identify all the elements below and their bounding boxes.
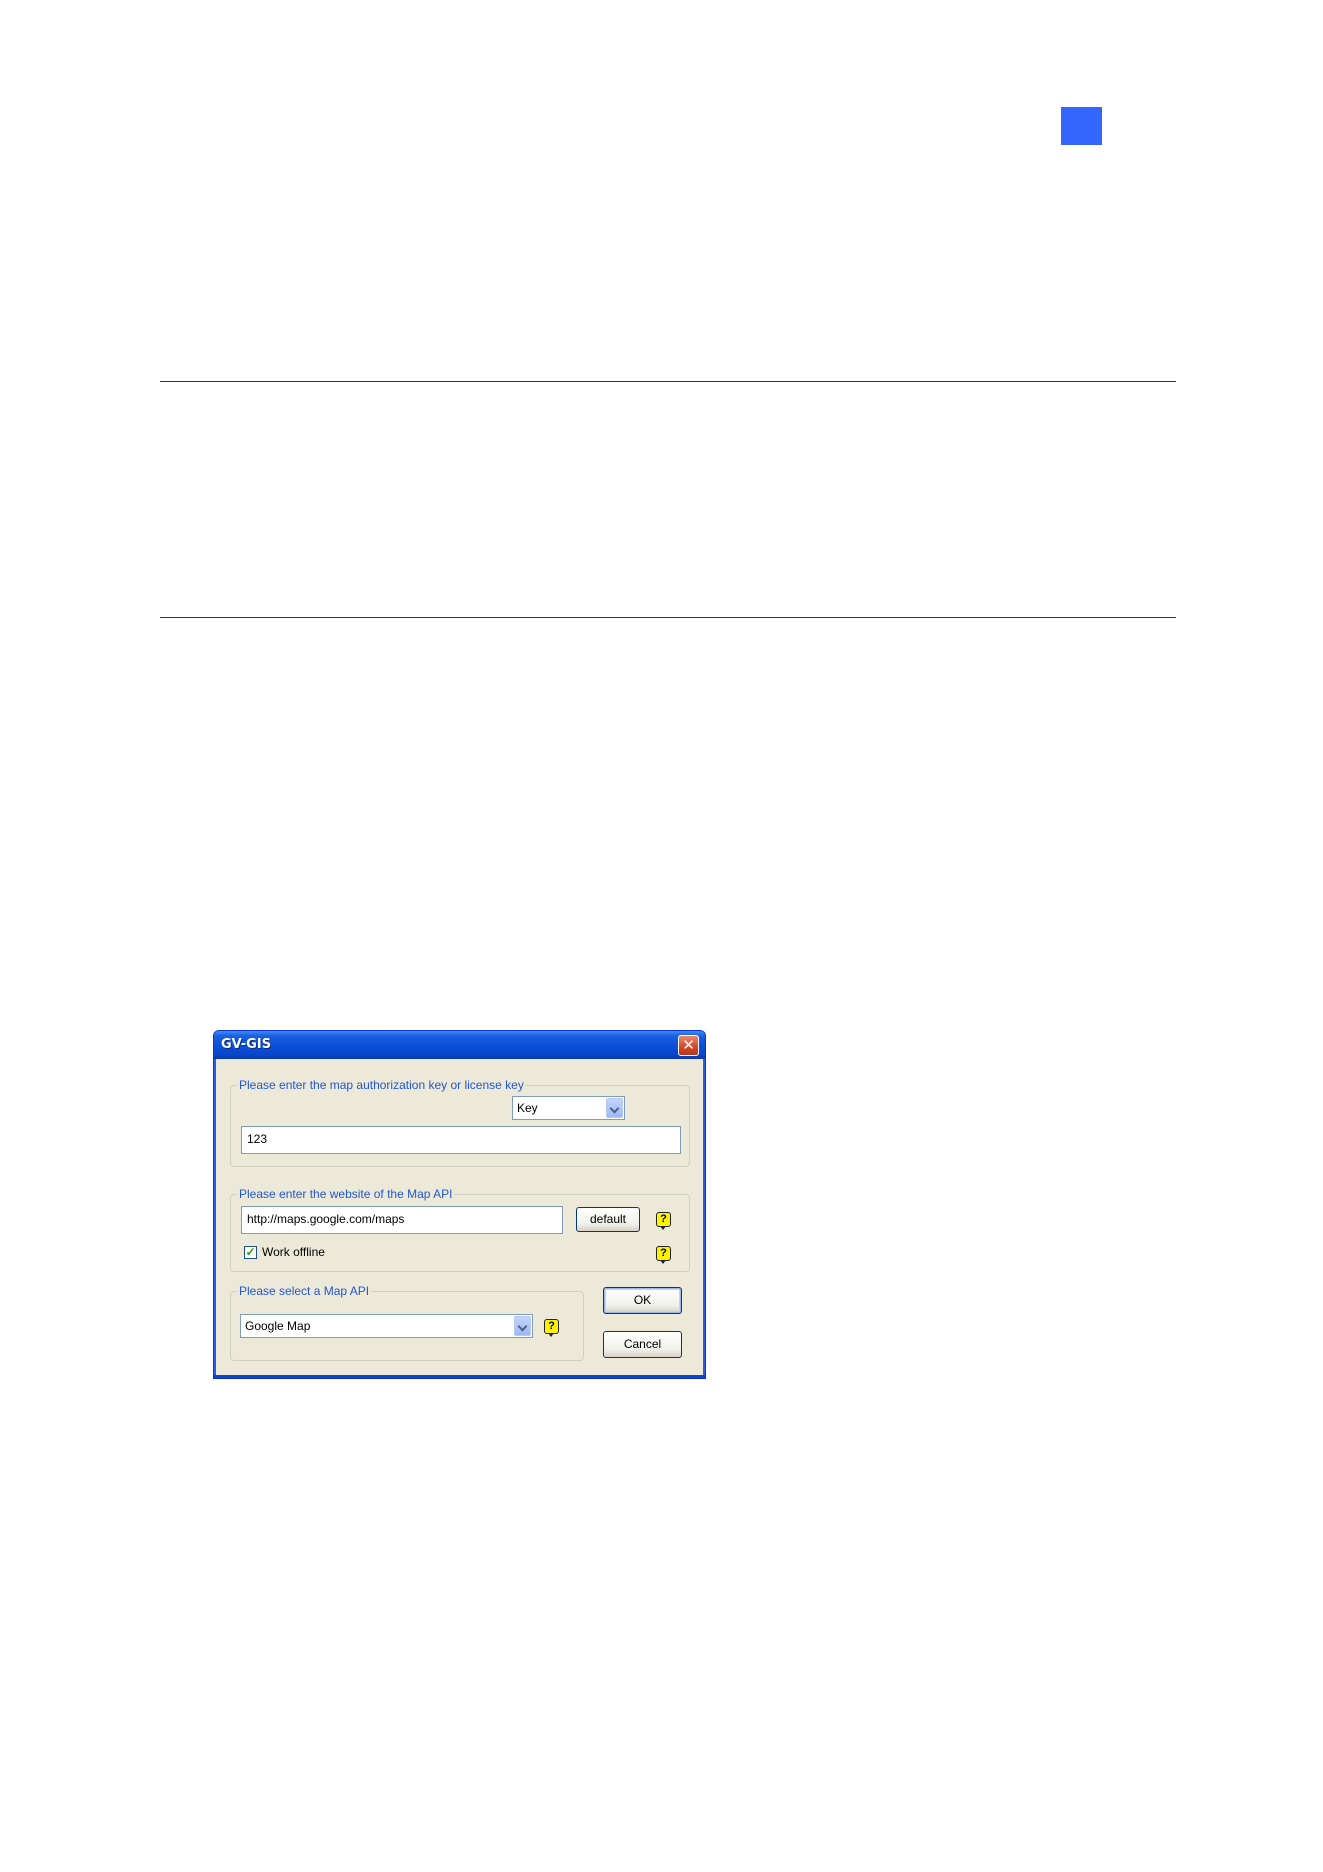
section-rule-bottom [160,617,1176,618]
key-input[interactable]: 123 [241,1126,681,1154]
work-offline-label[interactable]: Work offline [262,1245,325,1259]
map-api-legend: Please select a Map API [237,1284,372,1298]
checkmark-icon: ✓ [245,1245,256,1259]
help-icon[interactable]: ? [656,1212,671,1230]
work-offline-checkbox[interactable]: ✓ [244,1246,257,1259]
cancel-button[interactable]: Cancel [603,1331,682,1358]
website-legend: Please enter the website of the Map API [237,1187,455,1201]
key-type-value: Key [517,1101,538,1115]
section-rule-top [160,381,1176,382]
map-api-value: Google Map [245,1319,311,1333]
map-api-group: Please select a Map API Google Map ? [230,1284,584,1361]
website-group: Please enter the website of the Map API … [230,1187,690,1272]
gv-gis-dialog: GV-GIS ✕ Please enter the map authorizat… [213,1030,706,1379]
chevron-down-icon[interactable] [606,1098,623,1118]
map-api-dropdown[interactable]: Google Map [240,1314,533,1338]
close-button[interactable]: ✕ [678,1035,699,1056]
help-glyph: ? [660,1213,667,1225]
default-button[interactable]: default [576,1207,640,1232]
title-bar[interactable]: GV-GIS ✕ [214,1031,705,1059]
auth-key-legend: Please enter the map authorization key o… [237,1078,526,1092]
key-type-dropdown[interactable]: Key [512,1096,625,1120]
help-icon[interactable]: ? [656,1246,671,1264]
key-input-value: 123 [247,1132,268,1146]
ok-button[interactable]: OK [603,1287,682,1314]
window-bottom-border [214,1375,705,1378]
help-icon[interactable]: ? [544,1319,559,1337]
dialog-title: GV-GIS [221,1037,272,1052]
help-glyph: ? [548,1320,555,1332]
map-api-url-value: http://maps.google.com/maps [247,1212,405,1226]
chevron-down-icon[interactable] [514,1316,531,1336]
map-api-url-input[interactable]: http://maps.google.com/maps [241,1206,563,1234]
chapter-badge [1061,107,1102,145]
close-icon: ✕ [682,1036,695,1054]
auth-key-group: Please enter the map authorization key o… [230,1078,690,1167]
help-glyph: ? [660,1247,667,1259]
